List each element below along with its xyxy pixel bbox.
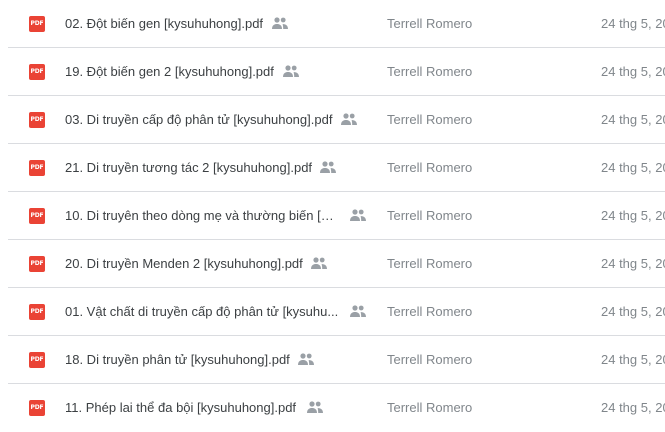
people-icon	[311, 257, 327, 269]
file-name[interactable]: 10. Di truyên theo dòng mẹ và thường biế…	[65, 192, 339, 240]
file-name[interactable]: 20. Di truyền Menden 2 [kysuhuhong].pdf	[65, 240, 303, 288]
modified-date: 24 thg 5, 2019	[601, 160, 665, 175]
owner-name: Terrell Romero	[387, 304, 473, 319]
file-row[interactable]: PDF 11. Phép lai thể đa bội [kysuhuhong]…	[0, 384, 665, 432]
file-row[interactable]: PDF 01. Vật chất di truyền cấp độ phân t…	[0, 288, 665, 336]
file-name[interactable]: 02. Đột biến gen [kysuhuhong].pdf	[65, 0, 263, 48]
file-row[interactable]: PDF 19. Đột biến gen 2 [kysuhuhong].pdf …	[0, 48, 665, 96]
file-name[interactable]: 21. Di truyền tương tác 2 [kysuhuhong].p…	[65, 144, 312, 192]
owner-name: Terrell Romero	[387, 112, 473, 127]
file-row[interactable]: PDF 21. Di truyền tương tác 2 [kysuhuhon…	[0, 144, 665, 192]
owner-name: Terrell Romero	[387, 352, 473, 367]
modified-date: 24 thg 5, 2019	[601, 400, 665, 415]
pdf-icon: PDF	[29, 352, 45, 368]
pdf-icon: PDF	[29, 304, 45, 320]
file-list: PDF 02. Đột biến gen [kysuhuhong].pdf Te…	[0, 0, 665, 427]
pdf-icon: PDF	[29, 160, 45, 176]
pdf-icon: PDF	[29, 64, 45, 80]
file-name[interactable]: 19. Đột biến gen 2 [kysuhuhong].pdf	[65, 48, 274, 96]
file-row[interactable]: PDF 18. Di truyền phân tử [kysuhuhong].p…	[0, 336, 665, 384]
people-icon	[298, 353, 314, 365]
people-icon	[350, 209, 366, 221]
pdf-icon: PDF	[29, 16, 45, 32]
modified-date: 24 thg 5, 2019	[601, 64, 665, 79]
modified-date: 24 thg 5, 2019	[601, 16, 665, 31]
owner-name: Terrell Romero	[387, 16, 473, 31]
modified-date: 24 thg 5, 2019	[601, 304, 665, 319]
file-row[interactable]: PDF 20. Di truyền Menden 2 [kysuhuhong].…	[0, 240, 665, 288]
modified-date: 24 thg 5, 2019	[601, 256, 665, 271]
pdf-icon: PDF	[29, 400, 45, 416]
pdf-icon: PDF	[29, 256, 45, 272]
pdf-icon: PDF	[29, 112, 45, 128]
people-icon	[350, 305, 366, 317]
people-icon	[341, 113, 357, 125]
file-name[interactable]: 18. Di truyền phân tử [kysuhuhong].pdf	[65, 336, 290, 384]
pdf-icon: PDF	[29, 208, 45, 224]
owner-name: Terrell Romero	[387, 208, 473, 223]
modified-date: 24 thg 5, 2019	[601, 208, 665, 223]
owner-name: Terrell Romero	[387, 400, 473, 415]
people-icon	[320, 161, 336, 173]
people-icon	[272, 17, 288, 29]
file-row[interactable]: PDF 10. Di truyên theo dòng mẹ và thường…	[0, 192, 665, 240]
file-row[interactable]: PDF 02. Đột biến gen [kysuhuhong].pdf Te…	[0, 0, 665, 48]
owner-name: Terrell Romero	[387, 64, 473, 79]
people-icon	[307, 401, 323, 413]
file-name[interactable]: 11. Phép lai thể đa bội [kysuhuhong].pdf	[65, 384, 296, 432]
file-name[interactable]: 03. Di truyền cấp độ phân tử [kysuhuhong…	[65, 96, 332, 144]
file-row[interactable]: PDF 03. Di truyền cấp độ phân tử [kysuhu…	[0, 96, 665, 144]
people-icon	[283, 65, 299, 77]
owner-name: Terrell Romero	[387, 160, 473, 175]
modified-date: 24 thg 5, 2019	[601, 352, 665, 367]
modified-date: 24 thg 5, 2019	[601, 112, 665, 127]
owner-name: Terrell Romero	[387, 256, 473, 271]
file-name[interactable]: 01. Vật chất di truyền cấp độ phân tử [k…	[65, 288, 338, 336]
